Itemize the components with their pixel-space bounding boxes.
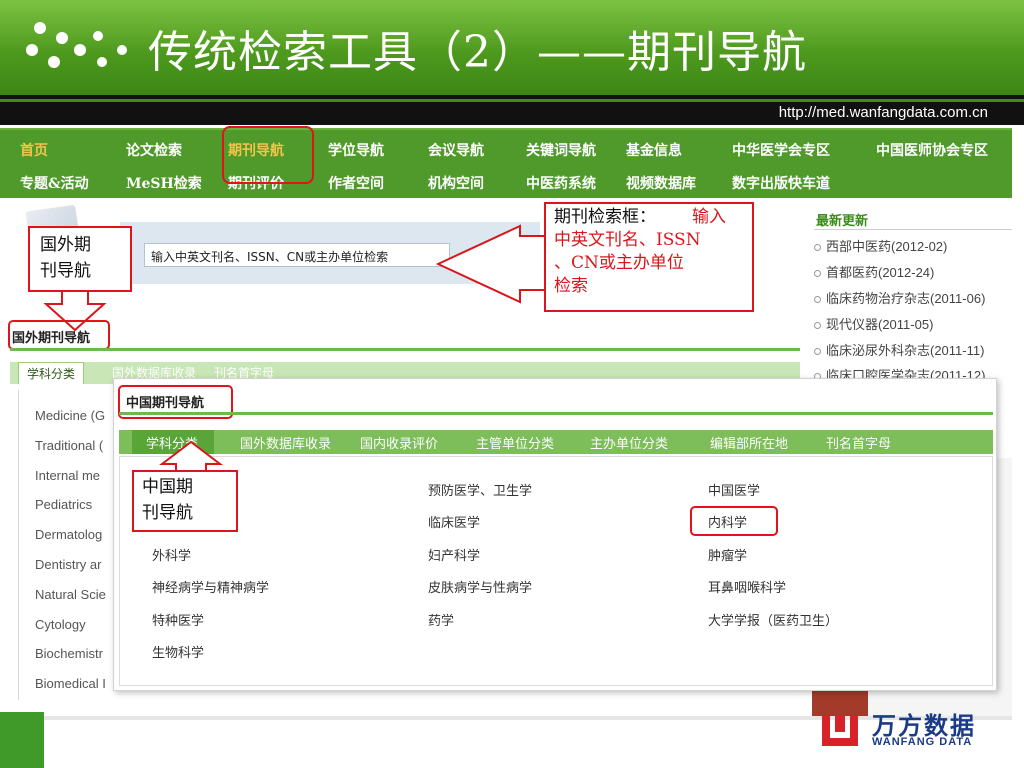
foreign-subject-item[interactable]: Medicine (G (35, 408, 105, 423)
bullet-icon (814, 296, 821, 304)
foreign-tab-subject[interactable]: 学科分类 (18, 362, 85, 384)
china-title-rule (119, 412, 993, 415)
bullet-icon (814, 270, 821, 278)
category-preventive[interactable]: 预防医学、卫生学 (428, 480, 532, 499)
foreign-title-highlight (8, 320, 110, 350)
search-callout-desc-4: 检索 (554, 276, 588, 296)
category-special-medicine[interactable]: 特种医学 (152, 610, 204, 629)
category-pharmacy[interactable]: 药学 (428, 610, 454, 629)
nav-video-db[interactable]: 视频数据库 (626, 173, 696, 193)
foreign-subject-item[interactable]: Pediatrics (35, 497, 92, 512)
foreign-subject-list: Medicine (G Traditional ( Internal me Pe… (18, 390, 118, 700)
corner-green-block (0, 712, 44, 768)
category-dermatology[interactable]: 皮肤病学与性病学 (428, 577, 532, 596)
china-tab-location[interactable]: 编辑部所在地 (710, 433, 788, 452)
foreign-subject-item[interactable]: Dentistry ar (35, 557, 101, 572)
china-tab-initial[interactable]: 刊名首字母 (826, 433, 891, 452)
bottom-frame (0, 716, 1012, 720)
china-callout-line-2: 刊导航 (142, 503, 193, 523)
nav-cma-zone[interactable]: 中华医学会专区 (732, 140, 830, 160)
nav-institution-space[interactable]: 机构空间 (428, 173, 484, 193)
latest-update-item[interactable]: 现代仪器(2011-05) (814, 314, 933, 333)
nav-tcm-system[interactable]: 中医药系统 (526, 173, 596, 193)
foreign-title-rule (10, 348, 800, 351)
category-ent[interactable]: 耳鼻咽喉科学 (708, 577, 786, 596)
foreign-callout-line-2: 刊导航 (40, 261, 91, 281)
internal-medicine-highlight (690, 506, 778, 536)
nav-conference-nav[interactable]: 会议导航 (428, 140, 484, 160)
china-callout-line-1: 中国期 (142, 477, 193, 497)
search-callout-label: 期刊检索框： (554, 207, 656, 227)
nav-author-space[interactable]: 作者空间 (328, 173, 384, 193)
foreign-subject-item[interactable]: Biomedical I (35, 676, 106, 691)
site-url: http://med.wanfangdata.com.cn (778, 104, 988, 121)
china-tab-foreign-db[interactable]: 国外数据库收录 (240, 433, 331, 452)
nav-degree-nav[interactable]: 学位导航 (328, 140, 384, 160)
slide-title: 传统检索工具（2）——期刊导航 (148, 27, 807, 78)
nav-mesh-search[interactable]: MeSH检索 (126, 173, 202, 193)
bullet-icon (814, 348, 821, 356)
foreign-callout-line-1: 国外期 (40, 235, 91, 255)
foreign-subject-item[interactable]: Cytology (35, 617, 86, 632)
search-callout-desc-2: 中英文刊名、ISSN (554, 230, 701, 250)
foreign-subject-item[interactable]: Natural Scie (35, 587, 106, 602)
sidebar-rule (814, 229, 1012, 230)
foreign-subject-item[interactable]: Traditional ( (35, 438, 103, 453)
nav-digital-publishing[interactable]: 数字出版快车道 (732, 173, 830, 193)
category-obstetrics[interactable]: 妇产科学 (428, 545, 480, 564)
category-university-journal[interactable]: 大学学报（医药卫生） (708, 610, 838, 629)
foreign-subject-item[interactable]: Biochemistr (35, 646, 103, 661)
china-category-grid (119, 456, 993, 686)
category-clinical[interactable]: 临床医学 (428, 512, 480, 531)
nav-home[interactable]: 首页 (20, 140, 48, 160)
category-biology[interactable]: 生物科学 (152, 642, 204, 661)
nav-topics[interactable]: 专题&活动 (20, 173, 89, 193)
china-tab-sponsor[interactable]: 主办单位分类 (590, 433, 668, 452)
journal-search-input[interactable]: 输入中英文刊名、ISSN、CN或主办单位检索 (144, 243, 450, 267)
latest-update-item[interactable]: 临床药物治疗杂志(2011-06) (814, 288, 985, 307)
search-callout-desc-3: 、CN或主办单位 (554, 253, 684, 273)
nav-fund-info[interactable]: 基金信息 (626, 140, 682, 160)
latest-update-item[interactable]: 首都医药(2012-24) (814, 262, 934, 281)
callout-arrow-left-icon (436, 224, 549, 304)
nav-keyword-nav[interactable]: 关键词导航 (526, 140, 596, 160)
dots-logo-icon (26, 22, 127, 68)
category-surgery[interactable]: 外科学 (152, 545, 191, 564)
foreign-subject-item[interactable]: Internal me (35, 468, 100, 483)
wanfang-logo-icon (822, 716, 858, 746)
category-oncology[interactable]: 肿瘤学 (708, 545, 747, 564)
bullet-icon (814, 244, 821, 252)
latest-update-item[interactable]: 临床泌尿外科杂志(2011-11) (814, 340, 984, 359)
latest-updates-title: 最新更新 (816, 214, 869, 229)
nav-cmda-zone[interactable]: 中国医师协会专区 (876, 140, 988, 160)
china-tab-domestic-eval[interactable]: 国内收录评价 (360, 433, 438, 452)
bullet-icon (814, 322, 821, 330)
category-chinese-medicine[interactable]: 中国医学 (708, 480, 760, 499)
china-tab-supervisor[interactable]: 主管单位分类 (476, 433, 554, 452)
latest-update-item[interactable]: 西部中医药(2012-02) (814, 236, 947, 255)
search-callout-desc-1: 输入 (692, 207, 726, 227)
callout-arrow-up-icon (159, 440, 223, 474)
journal-nav-highlight (222, 126, 314, 184)
foreign-subject-item[interactable]: Dermatolog (35, 527, 102, 542)
logo-english: WANFANG DATA (872, 736, 973, 748)
category-neurology[interactable]: 神经病学与精神病学 (152, 577, 269, 596)
nav-paper-search[interactable]: 论文检索 (126, 140, 182, 160)
